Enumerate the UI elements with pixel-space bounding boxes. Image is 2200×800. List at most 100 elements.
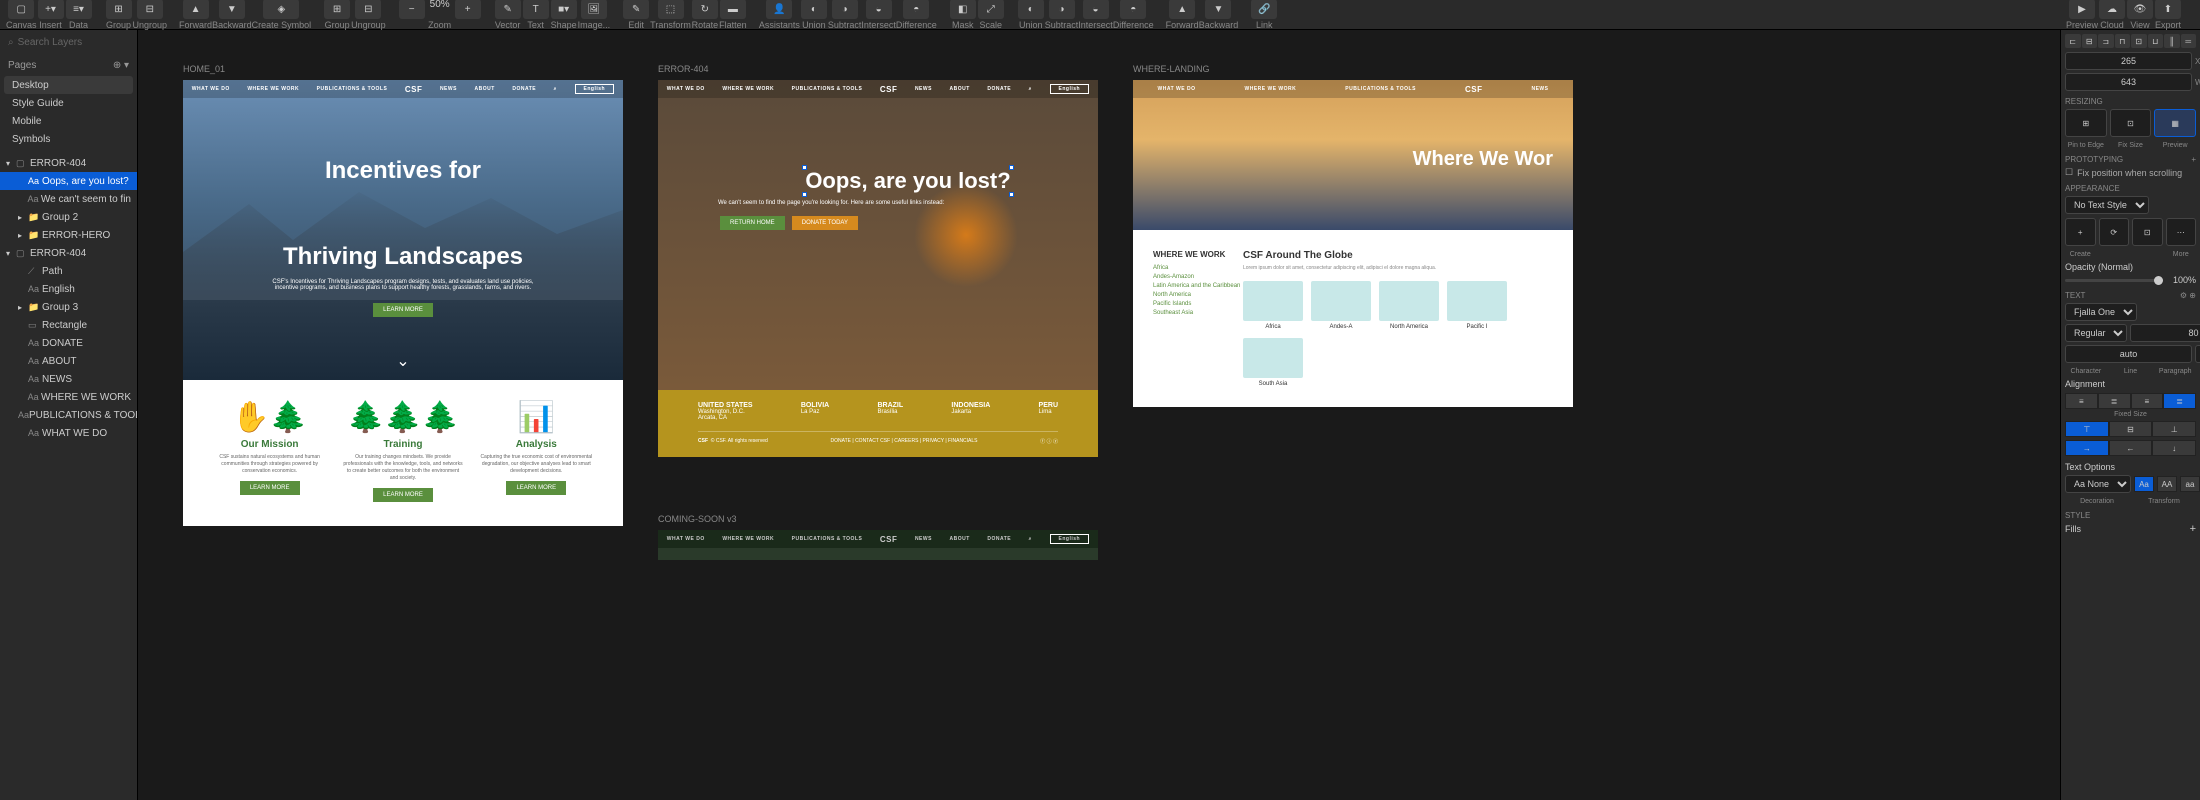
layer-row[interactable]: AaABOUT <box>0 352 137 370</box>
error-title-selected[interactable]: Oops, are you lost? <box>805 168 1010 194</box>
pin-to-edge-button[interactable]: ⊞ <box>2065 109 2107 137</box>
layer-row[interactable]: AaDONATE <box>0 334 137 352</box>
flatten-button[interactable]: ▬ <box>720 0 746 19</box>
selection-handle[interactable] <box>802 192 807 197</box>
valign-bottom-button[interactable]: ⊥ <box>2152 421 2196 437</box>
transform-none-button[interactable]: Aa <box>2134 476 2154 492</box>
fix-scroll-checkbox[interactable]: ☐Fix position when scrolling <box>2065 167 2196 178</box>
distribute-v-button[interactable]: ═ <box>2181 34 2197 48</box>
valign-middle-button[interactable]: ⊟ <box>2109 421 2153 437</box>
zoom-out-button[interactable]: − <box>399 0 425 19</box>
create-symbol-button[interactable]: ◈ <box>263 0 299 19</box>
align-left-button[interactable]: ⊏ <box>2065 34 2081 48</box>
layer-row[interactable]: ▸📁ERROR-HERO <box>0 226 137 244</box>
layer-row[interactable]: AaEnglish <box>0 280 137 298</box>
width-input[interactable] <box>2065 73 2192 91</box>
subtract-button[interactable]: ◑ <box>832 0 858 19</box>
align-text-right-button[interactable]: ≡ <box>2131 393 2164 409</box>
align-bottom-button[interactable]: ⊔ <box>2148 34 2164 48</box>
union-button[interactable]: ◐ <box>801 0 827 19</box>
vector-tool-button[interactable]: ✎ <box>495 0 521 19</box>
layer-row[interactable]: ▸📁Group 2 <box>0 208 137 226</box>
selection-handle[interactable] <box>1009 192 1014 197</box>
align-top-button[interactable]: ⊓ <box>2115 34 2131 48</box>
transform-lower-button[interactable]: aa <box>2180 476 2200 492</box>
artboard-label-coming-soon[interactable]: COMING-SOON v3 <box>658 514 737 524</box>
layer-row[interactable]: AaPUBLICATIONS & TOOLS <box>0 406 137 424</box>
layer-row[interactable]: AaWHAT WE DO <box>0 424 137 442</box>
assistants-button[interactable]: 👤 <box>766 0 792 19</box>
align-center-v-button[interactable]: ⊡ <box>2131 34 2147 48</box>
text-dir-ttb-button[interactable]: ↓ <box>2152 440 2196 456</box>
artboard-label-error[interactable]: ERROR-404 <box>658 64 709 74</box>
subtract-button-2[interactable]: ◑ <box>1049 0 1075 19</box>
transform-upper-button[interactable]: AA <box>2157 476 2177 492</box>
artboard-label-home[interactable]: HOME_01 <box>183 64 225 74</box>
proto-btn-3[interactable]: ⊡ <box>2132 218 2163 246</box>
forward-button[interactable]: ▲ <box>183 0 209 19</box>
layer-row[interactable]: AaWHERE WE WORK <box>0 388 137 406</box>
intersect-button[interactable]: ◒ <box>866 0 892 19</box>
opacity-slider[interactable] <box>2065 279 2163 282</box>
text-dir-ltr-button[interactable]: → <box>2065 440 2109 456</box>
artboard-where-landing[interactable]: WHERE-LANDING WHAT WE DO WHERE WE WORK P… <box>1133 80 1573 407</box>
font-size-input[interactable] <box>2130 324 2200 342</box>
decoration-select[interactable]: Aa None <box>2065 475 2131 493</box>
page-item[interactable]: Desktop <box>4 76 133 94</box>
font-weight-select[interactable]: Regular <box>2065 324 2127 342</box>
zoom-in-button[interactable]: + <box>455 0 481 19</box>
text-style-select[interactable]: No Text Style <box>2065 196 2149 214</box>
font-family-select[interactable]: Fjalla One <box>2065 303 2137 321</box>
artboard-label-where[interactable]: WHERE-LANDING <box>1133 64 1210 74</box>
union-button-2[interactable]: ◐ <box>1018 0 1044 19</box>
rotate-button[interactable]: ↻ <box>692 0 718 19</box>
add-page-button[interactable]: ⊕ ▾ <box>113 60 129 71</box>
data-menu-button[interactable]: ≡▾ <box>66 0 92 19</box>
ungroup-button-2[interactable]: ⊟ <box>355 0 381 19</box>
layer-row[interactable]: ▾▢ERROR-404 <box>0 154 137 172</box>
align-text-center-button[interactable]: ≣ <box>2098 393 2131 409</box>
mask-button[interactable]: ◧ <box>950 0 976 19</box>
preview-button[interactable]: ▶ <box>2069 0 2095 19</box>
layer-row[interactable]: ▸📁Group 3 <box>0 298 137 316</box>
difference-button[interactable]: ◓ <box>903 0 929 19</box>
layer-row[interactable]: AaWe can't seem to fin <box>0 190 137 208</box>
shape-tool-button[interactable]: ■▾ <box>551 0 577 19</box>
line-height-input[interactable] <box>2195 345 2200 363</box>
selection-handle[interactable] <box>1009 165 1014 170</box>
page-item[interactable]: Symbols <box>0 130 137 148</box>
cloud-button[interactable]: ☁ <box>2099 0 2125 19</box>
link-button[interactable]: 🔗 <box>1251 0 1277 19</box>
layer-row[interactable]: ⟋Path <box>0 262 137 280</box>
proto-create-button[interactable]: + <box>2065 218 2096 246</box>
scale-button[interactable]: ⤢ <box>978 0 1004 19</box>
distribute-h-button[interactable]: ║ <box>2164 34 2180 48</box>
add-fill-button[interactable]: + <box>2190 523 2196 535</box>
page-item[interactable]: Mobile <box>0 112 137 130</box>
fix-size-button[interactable]: ⊡ <box>2110 109 2152 137</box>
difference-button-2[interactable]: ◓ <box>1120 0 1146 19</box>
artboard-home-01[interactable]: HOME_01 WHAT WE DO WHERE WE WORK PUBLICA… <box>183 80 623 526</box>
layer-row[interactable]: ▾▢ERROR-404 <box>0 244 137 262</box>
group-button[interactable]: ⊞ <box>106 0 132 19</box>
page-item[interactable]: Style Guide <box>0 94 137 112</box>
align-text-justify-button[interactable]: ≣ <box>2163 393 2196 409</box>
backward-button[interactable]: ▼ <box>219 0 245 19</box>
align-center-h-button[interactable]: ⊟ <box>2082 34 2098 48</box>
align-text-left-button[interactable]: ≡ <box>2065 393 2098 409</box>
insert-menu-button[interactable]: +▾ <box>38 0 64 19</box>
text-tool-button[interactable]: T <box>523 0 549 19</box>
resize-preview-button[interactable]: ▦ <box>2154 109 2196 137</box>
export-button[interactable]: ⬆ <box>2155 0 2181 19</box>
proto-more-button[interactable]: ⋯ <box>2166 218 2197 246</box>
layer-row[interactable]: AaNEWS <box>0 370 137 388</box>
artboard-error-404[interactable]: ERROR-404 WHAT WE DO WHERE WE WORK PUBLI… <box>658 80 1098 457</box>
intersect-button-2[interactable]: ◒ <box>1083 0 1109 19</box>
selection-handle[interactable] <box>802 165 807 170</box>
text-dir-rtl-button[interactable]: ← <box>2109 440 2153 456</box>
proto-btn-2[interactable]: ⟳ <box>2099 218 2130 246</box>
canvas-area[interactable]: HOME_01 WHAT WE DO WHERE WE WORK PUBLICA… <box>138 30 2060 800</box>
char-spacing-input[interactable] <box>2065 345 2192 363</box>
x-input[interactable] <box>2065 52 2192 70</box>
layer-row[interactable]: ▭Rectangle <box>0 316 137 334</box>
